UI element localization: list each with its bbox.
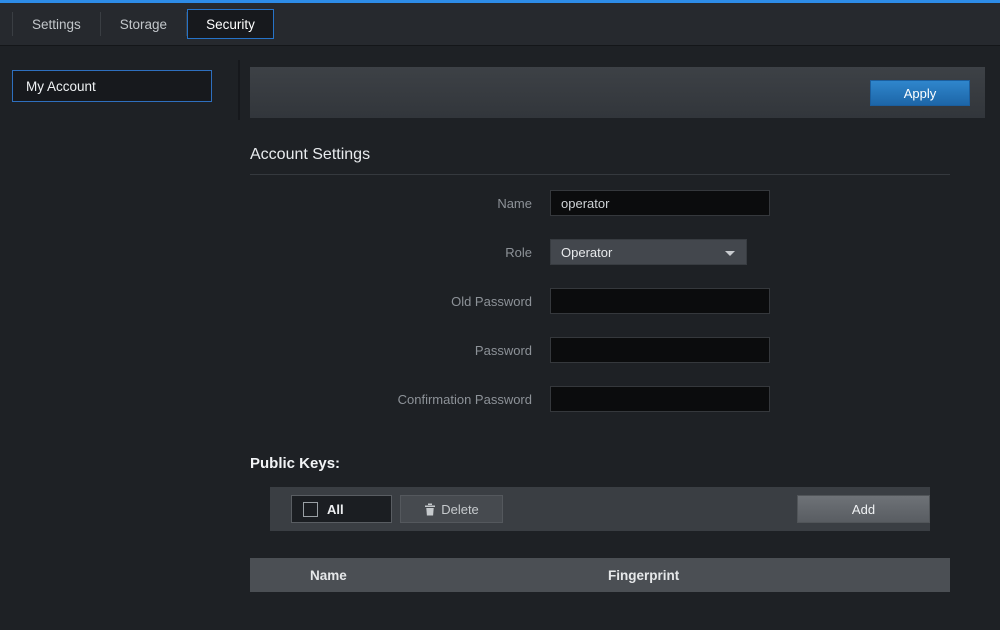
sidebar-item-my-account[interactable]: My Account xyxy=(12,70,212,102)
public-keys-title: Public Keys: xyxy=(250,455,340,472)
public-keys-table-header: Name Fingerprint xyxy=(250,558,950,592)
column-header-name: Name xyxy=(310,558,347,592)
tab-settings[interactable]: Settings xyxy=(13,9,100,39)
tab-storage[interactable]: Storage xyxy=(101,9,186,39)
name-row: Name xyxy=(250,190,950,216)
main-tab-bar: Settings Storage Security xyxy=(0,3,1000,46)
section-divider xyxy=(250,174,950,175)
apply-toolbar: Apply xyxy=(250,67,985,118)
old-password-row: Old Password xyxy=(250,288,950,314)
password-label: Password xyxy=(250,337,532,363)
role-row: Role Operator xyxy=(250,239,950,265)
delete-button[interactable]: Delete xyxy=(400,495,503,523)
confirmation-password-input[interactable] xyxy=(550,386,770,412)
role-selected-value: Operator xyxy=(561,245,612,260)
public-keys-toolbar: All Delete Add xyxy=(270,487,930,531)
app-window: Settings Storage Security My Account App… xyxy=(0,0,1000,630)
apply-button[interactable]: Apply xyxy=(870,80,970,106)
sidebar-divider xyxy=(238,60,240,120)
add-button[interactable]: Add xyxy=(797,495,930,523)
tab-security[interactable]: Security xyxy=(187,9,274,39)
role-label: Role xyxy=(250,239,532,265)
chevron-down-icon xyxy=(725,251,735,256)
old-password-label: Old Password xyxy=(250,288,532,314)
account-settings-title: Account Settings xyxy=(250,146,370,164)
trash-icon xyxy=(424,503,436,516)
name-input[interactable] xyxy=(550,190,770,216)
confirmation-password-row: Confirmation Password xyxy=(250,386,950,412)
password-input[interactable] xyxy=(550,337,770,363)
column-header-fingerprint: Fingerprint xyxy=(608,558,679,592)
select-all-label: All xyxy=(327,502,344,517)
password-row: Password xyxy=(250,337,950,363)
select-all-button[interactable]: All xyxy=(291,495,392,523)
delete-label: Delete xyxy=(441,502,479,517)
select-all-checkbox[interactable] xyxy=(303,502,318,517)
name-label: Name xyxy=(250,190,532,216)
old-password-input[interactable] xyxy=(550,288,770,314)
role-select[interactable]: Operator xyxy=(550,239,747,265)
confirmation-password-label: Confirmation Password xyxy=(250,386,532,412)
